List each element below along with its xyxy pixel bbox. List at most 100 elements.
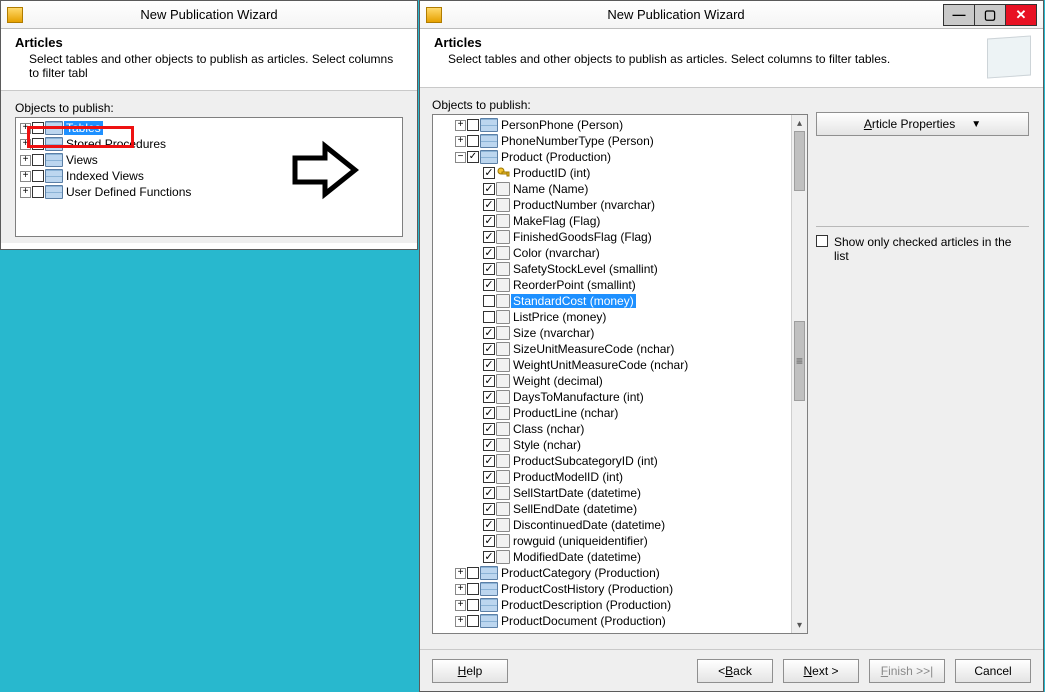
column-item[interactable]: SafetyStockLevel (smallint) <box>435 261 791 277</box>
expander-icon[interactable]: + <box>455 616 466 627</box>
column-item[interactable]: WeightUnitMeasureCode (nchar) <box>435 357 791 373</box>
tree-item[interactable]: +ProductDocument (Production) <box>435 613 791 629</box>
checkbox[interactable] <box>32 138 44 150</box>
column-item[interactable]: DaysToManufacture (int) <box>435 389 791 405</box>
expander-icon[interactable]: + <box>20 187 31 198</box>
checkbox[interactable] <box>483 407 495 419</box>
column-item[interactable]: SellEndDate (datetime) <box>435 501 791 517</box>
checkbox[interactable] <box>483 391 495 403</box>
column-item[interactable]: ModifiedDate (datetime) <box>435 549 791 565</box>
column-item[interactable]: ReorderPoint (smallint) <box>435 277 791 293</box>
checkbox[interactable] <box>467 583 479 595</box>
checkbox[interactable] <box>483 359 495 371</box>
checkbox[interactable] <box>32 170 44 182</box>
checkbox[interactable] <box>483 279 495 291</box>
checkbox[interactable] <box>467 135 479 147</box>
tree-item[interactable]: +ProductCostHistory (Production) <box>435 581 791 597</box>
expander-icon[interactable]: + <box>455 584 466 595</box>
checkbox[interactable] <box>483 535 495 547</box>
checkbox[interactable] <box>483 519 495 531</box>
tree-item[interactable]: +ProductCategory (Production) <box>435 565 791 581</box>
checkbox[interactable] <box>32 186 44 198</box>
column-item[interactable]: ListPrice (money) <box>435 309 791 325</box>
column-item[interactable]: ProductModelID (int) <box>435 469 791 485</box>
column-item[interactable]: Size (nvarchar) <box>435 325 791 341</box>
cancel-button[interactable]: Cancel <box>955 659 1031 683</box>
titlebar-left[interactable]: New Publication Wizard <box>1 1 417 29</box>
checkbox[interactable] <box>467 151 479 163</box>
column-item[interactable]: Name (Name) <box>435 181 791 197</box>
back-button[interactable]: < Back <box>697 659 773 683</box>
checkbox[interactable] <box>483 311 495 323</box>
checkbox[interactable] <box>483 471 495 483</box>
column-item[interactable]: ProductLine (nchar) <box>435 405 791 421</box>
checkbox[interactable] <box>483 503 495 515</box>
expander-icon[interactable]: + <box>20 155 31 166</box>
checkbox[interactable] <box>483 215 495 227</box>
checkbox[interactable] <box>32 154 44 166</box>
finish-button[interactable]: Finish >>| <box>869 659 945 683</box>
column-item[interactable]: Weight (decimal) <box>435 373 791 389</box>
column-item[interactable]: SizeUnitMeasureCode (nchar) <box>435 341 791 357</box>
checkbox[interactable] <box>467 599 479 611</box>
scroll-down-icon[interactable]: ▾ <box>792 617 807 633</box>
checkbox[interactable] <box>483 263 495 275</box>
close-button[interactable]: ✕ <box>1005 4 1037 26</box>
checkbox[interactable] <box>483 327 495 339</box>
checkbox[interactable] <box>483 343 495 355</box>
checkbox[interactable] <box>483 551 495 563</box>
help-button[interactable]: Help <box>432 659 508 683</box>
checkbox[interactable] <box>483 183 495 195</box>
scroll-thumb[interactable] <box>794 131 805 191</box>
column-item[interactable]: FinishedGoodsFlag (Flag) <box>435 229 791 245</box>
column-item[interactable]: rowguid (uniqueidentifier) <box>435 533 791 549</box>
article-properties-button[interactable]: Article Properties ▼ <box>816 112 1029 136</box>
expander-icon[interactable]: − <box>455 152 466 163</box>
column-item[interactable]: ProductNumber (nvarchar) <box>435 197 791 213</box>
checkbox[interactable] <box>467 119 479 131</box>
scrollbar[interactable]: ▴ ▾ <box>791 115 807 633</box>
tree-item[interactable]: +PersonPhone (Person) <box>435 117 791 133</box>
expander-icon[interactable]: + <box>20 123 31 134</box>
column-item[interactable]: MakeFlag (Flag) <box>435 213 791 229</box>
expander-icon[interactable]: + <box>455 120 466 131</box>
checkbox[interactable] <box>483 439 495 451</box>
expander-icon[interactable]: + <box>455 136 466 147</box>
tree-item[interactable]: +Tables <box>18 120 400 136</box>
expander-icon[interactable]: + <box>20 171 31 182</box>
expander-icon[interactable]: + <box>455 568 466 579</box>
checkbox[interactable] <box>483 199 495 211</box>
checkbox[interactable] <box>483 487 495 499</box>
show-only-checkbox[interactable] <box>816 235 828 247</box>
column-item[interactable]: ProductID (int) <box>435 165 791 181</box>
column-item[interactable]: Color (nvarchar) <box>435 245 791 261</box>
next-button[interactable]: Next > <box>783 659 859 683</box>
scroll-up-icon[interactable]: ▴ <box>792 115 807 131</box>
minimize-button[interactable]: — <box>943 4 975 26</box>
scroll-thumb[interactable] <box>794 321 805 401</box>
column-item[interactable]: Style (nchar) <box>435 437 791 453</box>
show-only-checked-row[interactable]: Show only checked articles in the list <box>816 235 1029 263</box>
column-item[interactable]: ProductSubcategoryID (int) <box>435 453 791 469</box>
checkbox[interactable] <box>483 167 495 179</box>
checkbox[interactable] <box>483 375 495 387</box>
column-item[interactable]: SellStartDate (datetime) <box>435 485 791 501</box>
tree-item[interactable]: +PhoneNumberType (Person) <box>435 133 791 149</box>
tree-item[interactable]: −Product (Production) <box>435 149 791 165</box>
column-item[interactable]: DiscontinuedDate (datetime) <box>435 517 791 533</box>
checkbox[interactable] <box>467 615 479 627</box>
checkbox[interactable] <box>483 247 495 259</box>
checkbox[interactable] <box>32 122 44 134</box>
checkbox[interactable] <box>483 455 495 467</box>
titlebar-right[interactable]: New Publication Wizard — ▢ ✕ <box>420 1 1043 29</box>
tree-item[interactable]: +ProductDescription (Production) <box>435 597 791 613</box>
checkbox[interactable] <box>467 567 479 579</box>
checkbox[interactable] <box>483 295 495 307</box>
maximize-button[interactable]: ▢ <box>974 4 1006 26</box>
checkbox[interactable] <box>483 231 495 243</box>
column-item[interactable]: StandardCost (money) <box>435 293 791 309</box>
expander-icon[interactable]: + <box>455 600 466 611</box>
expander-icon[interactable]: + <box>20 139 31 150</box>
objects-tree[interactable]: +PersonPhone (Person)+PhoneNumberType (P… <box>432 114 808 634</box>
checkbox[interactable] <box>483 423 495 435</box>
